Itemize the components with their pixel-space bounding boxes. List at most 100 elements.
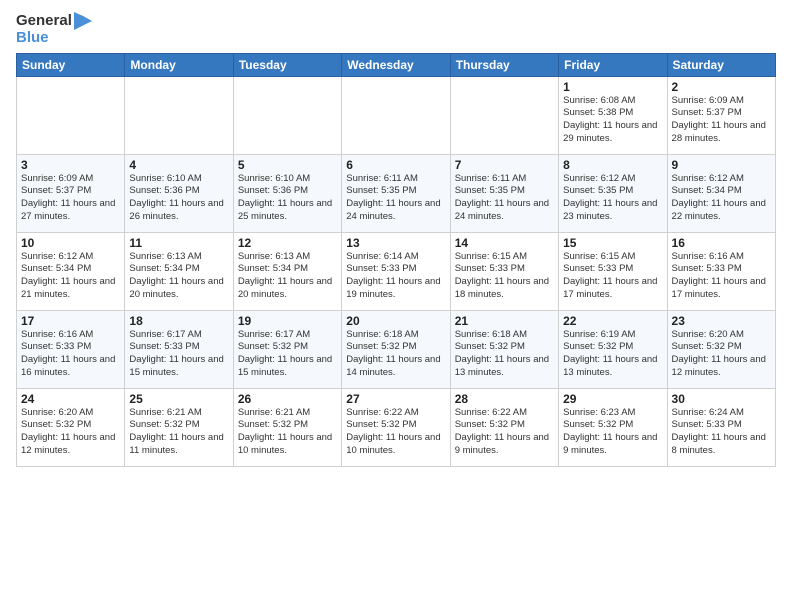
day-cell: 11Sunrise: 6:13 AM Sunset: 5:34 PM Dayli… xyxy=(125,232,233,310)
day-number: 14 xyxy=(455,236,554,250)
week-row-4: 24Sunrise: 6:20 AM Sunset: 5:32 PM Dayli… xyxy=(17,388,776,466)
day-number: 25 xyxy=(129,392,228,406)
day-info: Sunrise: 6:09 AM Sunset: 5:37 PM Dayligh… xyxy=(21,173,120,224)
day-cell: 1Sunrise: 6:08 AM Sunset: 5:38 PM Daylig… xyxy=(559,76,667,154)
day-cell: 26Sunrise: 6:21 AM Sunset: 5:32 PM Dayli… xyxy=(233,388,341,466)
day-number: 24 xyxy=(21,392,120,406)
day-cell xyxy=(17,76,125,154)
day-number: 6 xyxy=(346,158,445,172)
day-info: Sunrise: 6:16 AM Sunset: 5:33 PM Dayligh… xyxy=(672,251,771,302)
day-number: 19 xyxy=(238,314,337,328)
day-number: 28 xyxy=(455,392,554,406)
day-number: 4 xyxy=(129,158,228,172)
weekday-header-saturday: Saturday xyxy=(667,53,775,76)
day-info: Sunrise: 6:12 AM Sunset: 5:35 PM Dayligh… xyxy=(563,173,662,224)
day-info: Sunrise: 6:18 AM Sunset: 5:32 PM Dayligh… xyxy=(455,329,554,380)
day-info: Sunrise: 6:20 AM Sunset: 5:32 PM Dayligh… xyxy=(21,407,120,458)
day-info: Sunrise: 6:13 AM Sunset: 5:34 PM Dayligh… xyxy=(238,251,337,302)
day-number: 27 xyxy=(346,392,445,406)
day-cell: 9Sunrise: 6:12 AM Sunset: 5:34 PM Daylig… xyxy=(667,154,775,232)
day-info: Sunrise: 6:09 AM Sunset: 5:37 PM Dayligh… xyxy=(672,95,771,146)
day-cell xyxy=(450,76,558,154)
day-number: 12 xyxy=(238,236,337,250)
day-number: 15 xyxy=(563,236,662,250)
week-row-0: 1Sunrise: 6:08 AM Sunset: 5:38 PM Daylig… xyxy=(17,76,776,154)
day-info: Sunrise: 6:12 AM Sunset: 5:34 PM Dayligh… xyxy=(672,173,771,224)
weekday-header-wednesday: Wednesday xyxy=(342,53,450,76)
day-info: Sunrise: 6:23 AM Sunset: 5:32 PM Dayligh… xyxy=(563,407,662,458)
day-cell: 5Sunrise: 6:10 AM Sunset: 5:36 PM Daylig… xyxy=(233,154,341,232)
day-number: 20 xyxy=(346,314,445,328)
page: General Blue SundayMondayTuesdayWednesda… xyxy=(0,0,792,612)
day-cell: 22Sunrise: 6:19 AM Sunset: 5:32 PM Dayli… xyxy=(559,310,667,388)
day-info: Sunrise: 6:16 AM Sunset: 5:33 PM Dayligh… xyxy=(21,329,120,380)
day-cell: 10Sunrise: 6:12 AM Sunset: 5:34 PM Dayli… xyxy=(17,232,125,310)
day-info: Sunrise: 6:22 AM Sunset: 5:32 PM Dayligh… xyxy=(455,407,554,458)
day-info: Sunrise: 6:11 AM Sunset: 5:35 PM Dayligh… xyxy=(346,173,445,224)
day-cell: 27Sunrise: 6:22 AM Sunset: 5:32 PM Dayli… xyxy=(342,388,450,466)
weekday-header-tuesday: Tuesday xyxy=(233,53,341,76)
day-cell: 7Sunrise: 6:11 AM Sunset: 5:35 PM Daylig… xyxy=(450,154,558,232)
logo-arrow-icon xyxy=(74,12,92,30)
day-info: Sunrise: 6:12 AM Sunset: 5:34 PM Dayligh… xyxy=(21,251,120,302)
day-info: Sunrise: 6:13 AM Sunset: 5:34 PM Dayligh… xyxy=(129,251,228,302)
weekday-header-sunday: Sunday xyxy=(17,53,125,76)
day-number: 21 xyxy=(455,314,554,328)
day-info: Sunrise: 6:08 AM Sunset: 5:38 PM Dayligh… xyxy=(563,95,662,146)
day-cell: 29Sunrise: 6:23 AM Sunset: 5:32 PM Dayli… xyxy=(559,388,667,466)
day-number: 7 xyxy=(455,158,554,172)
day-cell: 2Sunrise: 6:09 AM Sunset: 5:37 PM Daylig… xyxy=(667,76,775,154)
day-number: 18 xyxy=(129,314,228,328)
day-info: Sunrise: 6:11 AM Sunset: 5:35 PM Dayligh… xyxy=(455,173,554,224)
day-info: Sunrise: 6:14 AM Sunset: 5:33 PM Dayligh… xyxy=(346,251,445,302)
day-number: 23 xyxy=(672,314,771,328)
day-info: Sunrise: 6:20 AM Sunset: 5:32 PM Dayligh… xyxy=(672,329,771,380)
day-number: 9 xyxy=(672,158,771,172)
day-cell: 24Sunrise: 6:20 AM Sunset: 5:32 PM Dayli… xyxy=(17,388,125,466)
day-number: 10 xyxy=(21,236,120,250)
day-cell: 25Sunrise: 6:21 AM Sunset: 5:32 PM Dayli… xyxy=(125,388,233,466)
day-info: Sunrise: 6:19 AM Sunset: 5:32 PM Dayligh… xyxy=(563,329,662,380)
day-info: Sunrise: 6:17 AM Sunset: 5:32 PM Dayligh… xyxy=(238,329,337,380)
day-cell: 15Sunrise: 6:15 AM Sunset: 5:33 PM Dayli… xyxy=(559,232,667,310)
day-cell: 13Sunrise: 6:14 AM Sunset: 5:33 PM Dayli… xyxy=(342,232,450,310)
logo-blue-text: Blue xyxy=(16,30,49,47)
day-cell: 12Sunrise: 6:13 AM Sunset: 5:34 PM Dayli… xyxy=(233,232,341,310)
day-cell: 14Sunrise: 6:15 AM Sunset: 5:33 PM Dayli… xyxy=(450,232,558,310)
day-info: Sunrise: 6:10 AM Sunset: 5:36 PM Dayligh… xyxy=(238,173,337,224)
day-number: 8 xyxy=(563,158,662,172)
header: General Blue xyxy=(16,12,776,47)
day-cell xyxy=(342,76,450,154)
week-row-1: 3Sunrise: 6:09 AM Sunset: 5:37 PM Daylig… xyxy=(17,154,776,232)
day-cell: 4Sunrise: 6:10 AM Sunset: 5:36 PM Daylig… xyxy=(125,154,233,232)
day-cell: 17Sunrise: 6:16 AM Sunset: 5:33 PM Dayli… xyxy=(17,310,125,388)
day-info: Sunrise: 6:18 AM Sunset: 5:32 PM Dayligh… xyxy=(346,329,445,380)
day-info: Sunrise: 6:22 AM Sunset: 5:32 PM Dayligh… xyxy=(346,407,445,458)
day-number: 13 xyxy=(346,236,445,250)
day-cell: 28Sunrise: 6:22 AM Sunset: 5:32 PM Dayli… xyxy=(450,388,558,466)
day-number: 29 xyxy=(563,392,662,406)
day-number: 11 xyxy=(129,236,228,250)
weekday-header-thursday: Thursday xyxy=(450,53,558,76)
day-cell: 19Sunrise: 6:17 AM Sunset: 5:32 PM Dayli… xyxy=(233,310,341,388)
day-cell: 30Sunrise: 6:24 AM Sunset: 5:33 PM Dayli… xyxy=(667,388,775,466)
day-cell xyxy=(125,76,233,154)
day-cell: 16Sunrise: 6:16 AM Sunset: 5:33 PM Dayli… xyxy=(667,232,775,310)
day-cell: 21Sunrise: 6:18 AM Sunset: 5:32 PM Dayli… xyxy=(450,310,558,388)
week-row-2: 10Sunrise: 6:12 AM Sunset: 5:34 PM Dayli… xyxy=(17,232,776,310)
day-info: Sunrise: 6:15 AM Sunset: 5:33 PM Dayligh… xyxy=(563,251,662,302)
calendar-table: SundayMondayTuesdayWednesdayThursdayFrid… xyxy=(16,53,776,467)
day-info: Sunrise: 6:21 AM Sunset: 5:32 PM Dayligh… xyxy=(129,407,228,458)
day-number: 17 xyxy=(21,314,120,328)
day-number: 26 xyxy=(238,392,337,406)
day-cell: 20Sunrise: 6:18 AM Sunset: 5:32 PM Dayli… xyxy=(342,310,450,388)
week-row-3: 17Sunrise: 6:16 AM Sunset: 5:33 PM Dayli… xyxy=(17,310,776,388)
weekday-header-friday: Friday xyxy=(559,53,667,76)
day-cell: 8Sunrise: 6:12 AM Sunset: 5:35 PM Daylig… xyxy=(559,154,667,232)
day-cell: 3Sunrise: 6:09 AM Sunset: 5:37 PM Daylig… xyxy=(17,154,125,232)
day-number: 16 xyxy=(672,236,771,250)
day-cell: 23Sunrise: 6:20 AM Sunset: 5:32 PM Dayli… xyxy=(667,310,775,388)
day-cell: 6Sunrise: 6:11 AM Sunset: 5:35 PM Daylig… xyxy=(342,154,450,232)
day-number: 5 xyxy=(238,158,337,172)
day-number: 30 xyxy=(672,392,771,406)
